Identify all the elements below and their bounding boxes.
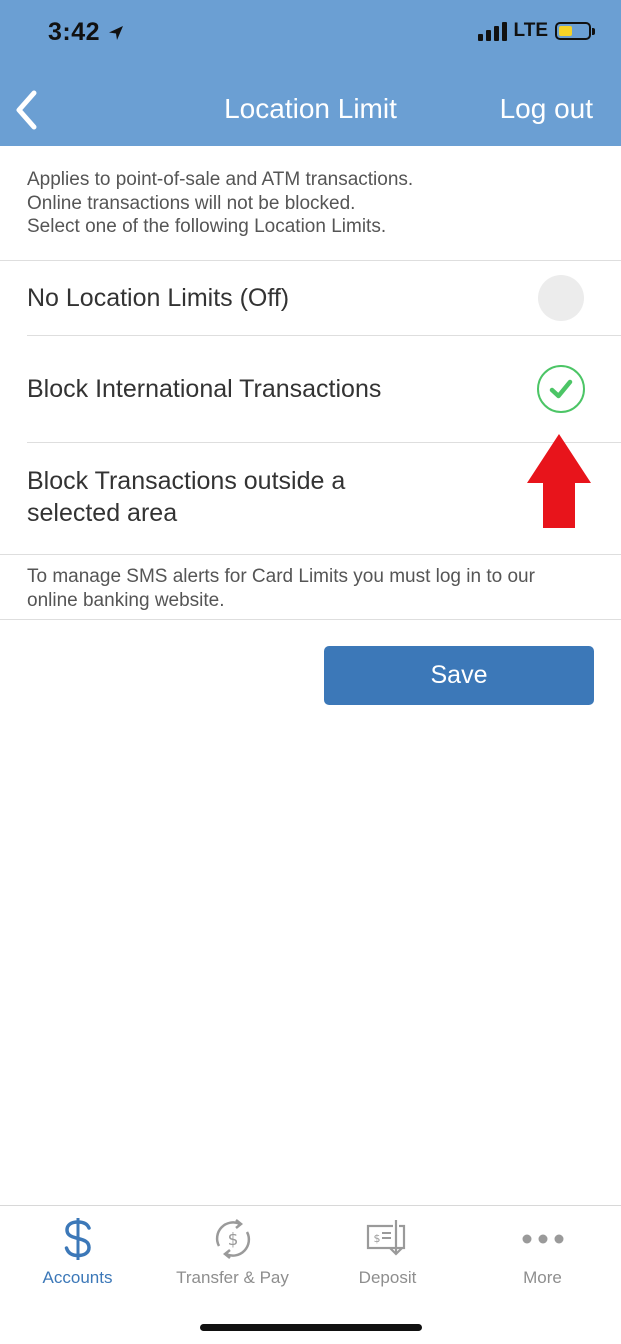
sms-alerts-note: To manage SMS alerts for Card Limits you… bbox=[27, 565, 607, 612]
checkmark-selected-icon[interactable] bbox=[537, 365, 585, 413]
option-no-location-limits[interactable]: No Location Limits (Off) bbox=[0, 261, 621, 335]
tab-label: Deposit bbox=[358, 1268, 417, 1287]
dollar-icon bbox=[64, 1218, 91, 1260]
more-dots-icon bbox=[522, 1234, 563, 1244]
tab-label: Transfer & Pay bbox=[176, 1268, 289, 1287]
save-button[interactable]: Save bbox=[324, 646, 594, 705]
svg-text:$: $ bbox=[373, 1232, 380, 1245]
option-label-line: Block Transactions outside a bbox=[27, 467, 346, 495]
tab-label: More bbox=[523, 1268, 562, 1287]
note-line: online banking website. bbox=[27, 589, 225, 611]
option-block-international[interactable]: Block International Transactions bbox=[0, 336, 621, 442]
note-line: To manage SMS alerts for Card Limits you… bbox=[27, 566, 535, 587]
tab-deposit[interactable]: $ Deposit bbox=[310, 1206, 465, 1306]
tab-more[interactable]: More bbox=[465, 1206, 620, 1306]
status-indicators: LTE bbox=[477, 20, 595, 42]
transfer-icon: $ bbox=[215, 1219, 250, 1259]
intro-text: Applies to point-of-sale and ATM transac… bbox=[27, 168, 597, 239]
location-arrow-icon bbox=[109, 26, 123, 40]
check-deposit-icon: $ bbox=[366, 1220, 405, 1256]
option-label: No Location Limits (Off) bbox=[27, 284, 290, 312]
signal-icon bbox=[477, 21, 507, 41]
red-arrow-annotation-icon bbox=[527, 434, 591, 528]
intro-line: Online transactions will not be blocked. bbox=[27, 192, 356, 214]
status-time: 3:42 bbox=[48, 18, 101, 46]
option-label: Block International Transactions bbox=[27, 375, 382, 403]
network-type: LTE bbox=[513, 20, 548, 41]
option-label: Block Transactions outside a selected ar… bbox=[27, 465, 345, 529]
svg-text:$: $ bbox=[227, 1230, 238, 1250]
header-bar: 3:42 LTE Location Limit Log out bbox=[0, 0, 621, 146]
check-icon bbox=[549, 379, 573, 399]
divider bbox=[0, 554, 621, 555]
logout-button[interactable]: Log out bbox=[500, 93, 593, 125]
battery-icon bbox=[555, 22, 595, 40]
intro-line: Select one of the following Location Lim… bbox=[27, 216, 387, 237]
intro-line: Applies to point-of-sale and ATM transac… bbox=[27, 169, 414, 190]
home-indicator[interactable] bbox=[200, 1324, 422, 1331]
tab-accounts[interactable]: Accounts bbox=[0, 1206, 155, 1306]
option-label-line: selected area bbox=[27, 499, 178, 527]
radio-unselected-icon[interactable] bbox=[538, 275, 584, 321]
tab-transfer-pay[interactable]: $ Transfer & Pay bbox=[155, 1206, 310, 1306]
divider bbox=[0, 619, 621, 620]
tab-label: Accounts bbox=[42, 1268, 113, 1287]
